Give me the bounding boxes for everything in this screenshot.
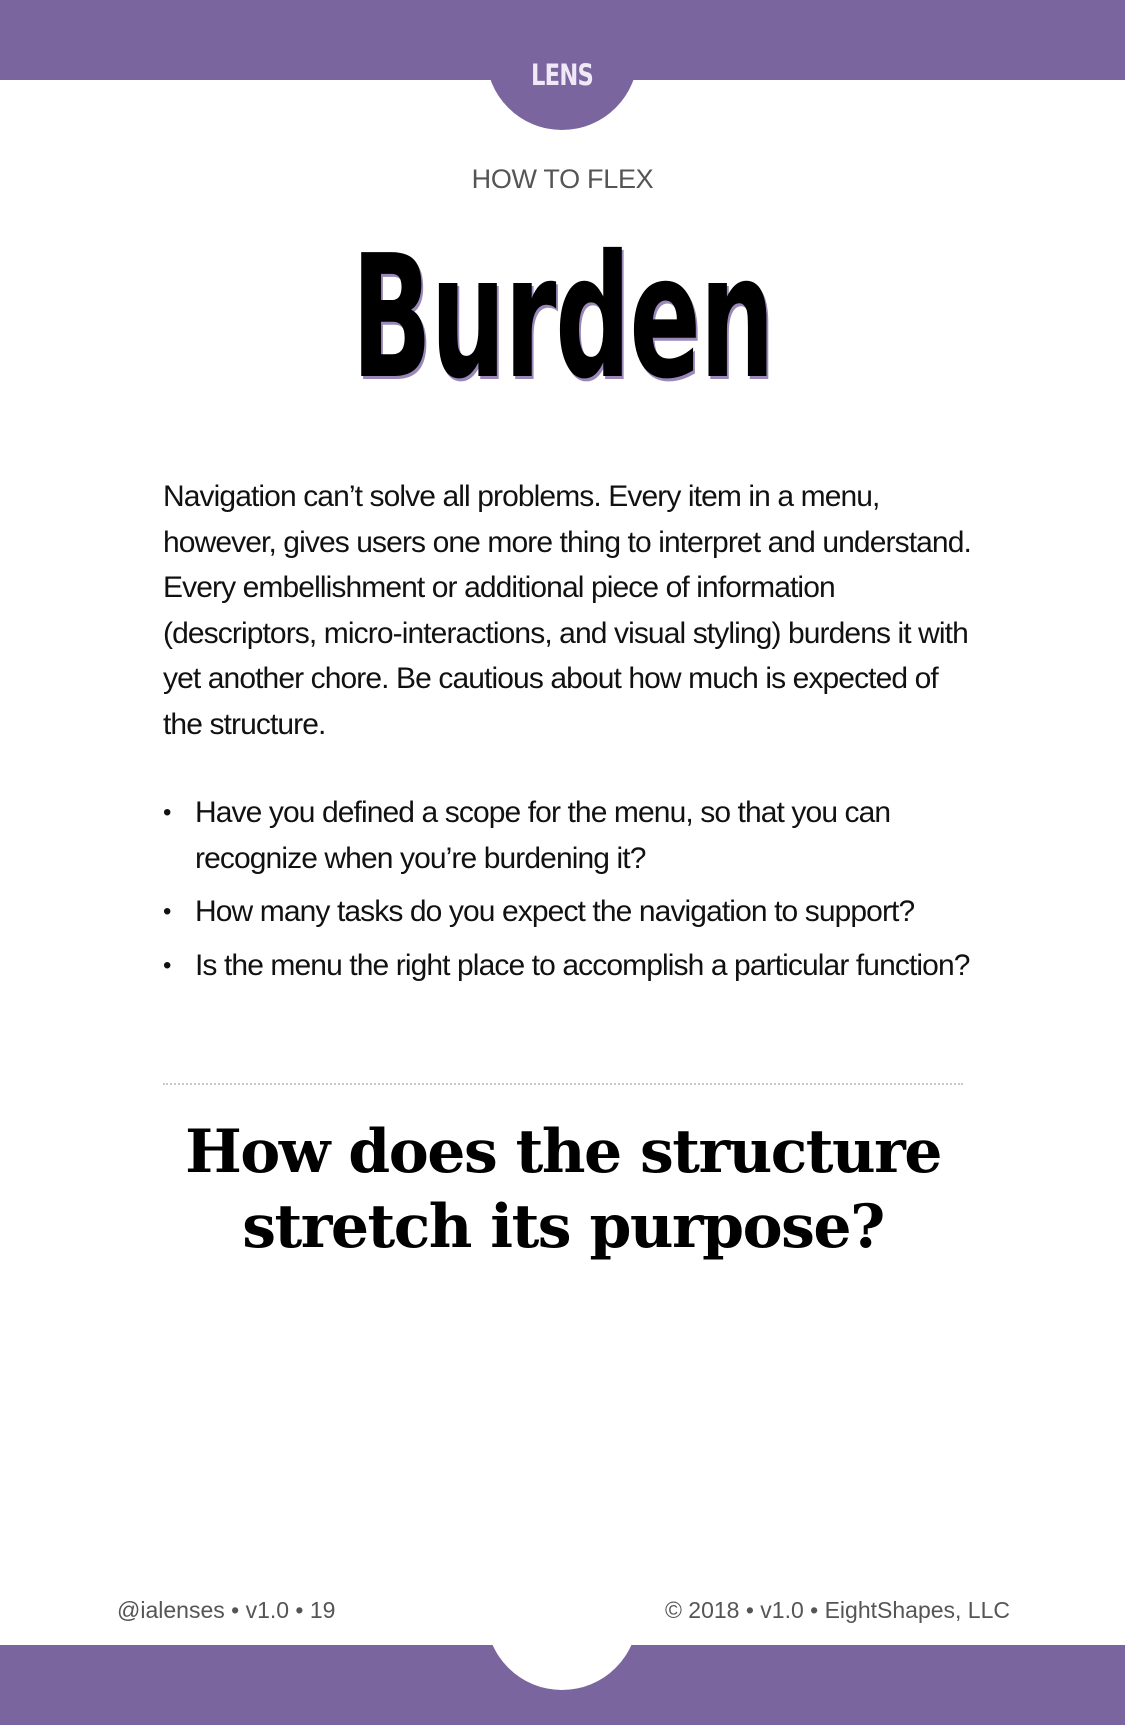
card-title: Burden bbox=[351, 219, 775, 417]
bullet-icon: • bbox=[163, 898, 171, 925]
section-divider bbox=[163, 1083, 963, 1085]
lens-label: LENS bbox=[531, 58, 594, 92]
card-eyebrow: HOW TO FLEX bbox=[471, 164, 654, 194]
question-text: How many tasks do you expect the navigat… bbox=[195, 895, 915, 928]
question-text: Is the menu the right place to accomplis… bbox=[195, 948, 970, 982]
card-prompt: How does the structure stretch its purpo… bbox=[185, 1117, 942, 1262]
question-text: Have you defined a scope for the menu, s… bbox=[195, 796, 891, 875]
bullet-icon: • bbox=[163, 799, 171, 826]
question-item: • How many tasks do you expect the navig… bbox=[163, 889, 973, 935]
question-list: • Have you defined a scope for the menu,… bbox=[163, 790, 973, 996]
bullet-icon: • bbox=[163, 951, 171, 979]
question-item: • Is the menu the right place to accompl… bbox=[163, 943, 973, 989]
footer-left: @ialenses • v1.0 • 19 bbox=[117, 1597, 336, 1623]
footer-right: © 2018 • v1.0 • EightShapes, LLC bbox=[664, 1597, 1010, 1623]
card-description: Navigation can’t solve all problems. Eve… bbox=[163, 480, 972, 741]
question-item: • Have you defined a scope for the menu,… bbox=[163, 790, 973, 881]
